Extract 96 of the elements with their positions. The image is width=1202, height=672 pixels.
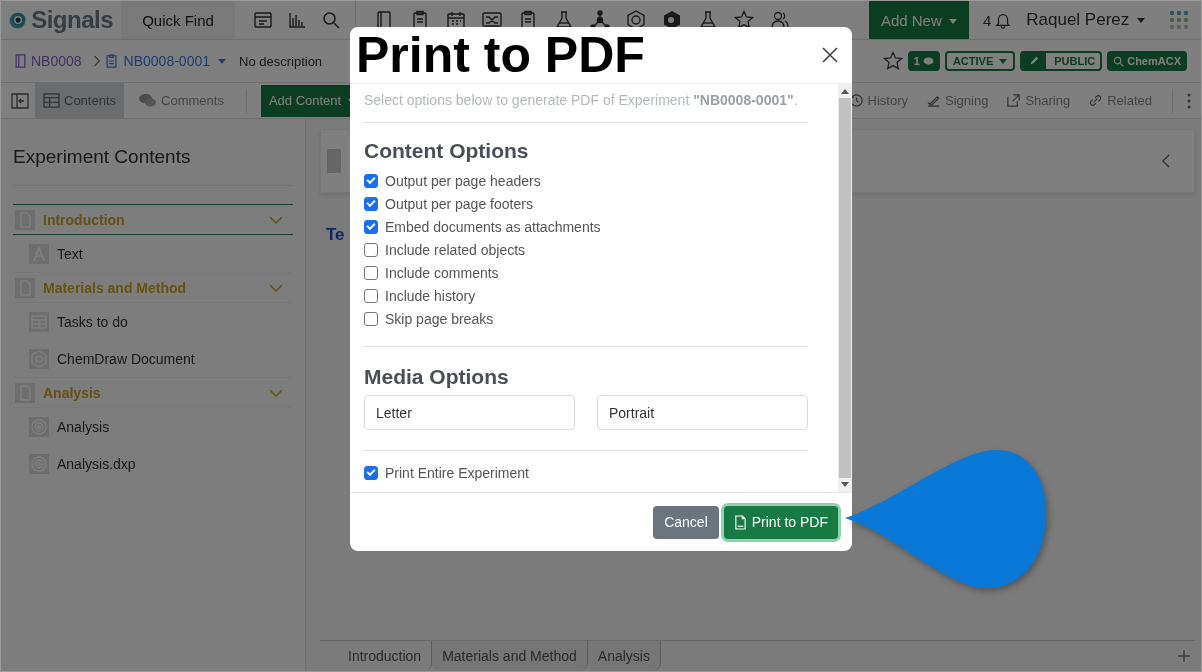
status-badge[interactable]: ACTIVE — [944, 51, 1016, 71]
visibility-text: PUBLIC — [1053, 55, 1097, 67]
content-item[interactable]: ChemDraw Document — [13, 340, 293, 377]
panel-toggle-icon[interactable] — [11, 92, 29, 109]
section-heading: Media Options — [364, 365, 510, 389]
checkbox-label: Output per page footers — [385, 195, 533, 212]
panel-title: Experiment Contents — [13, 146, 192, 168]
users-icon[interactable] — [770, 10, 790, 30]
chat-icon — [922, 56, 934, 66]
pencil-icon — [1022, 53, 1047, 69]
chart-icon[interactable] — [287, 10, 307, 30]
section-heading: Te — [326, 225, 345, 245]
checkbox[interactable] — [364, 288, 378, 303]
comments-badge[interactable]: 1 — [907, 51, 940, 71]
section-header[interactable]: Materials and Method — [13, 272, 293, 303]
checkbox[interactable] — [364, 465, 378, 480]
pen-icon — [926, 93, 941, 108]
add-new-button[interactable]: Add New — [868, 1, 969, 39]
checkbox[interactable] — [364, 265, 378, 280]
checkbox-label: Include history — [385, 287, 476, 304]
toolbar-action[interactable]: Sharing — [1000, 93, 1077, 108]
checkbox[interactable] — [364, 311, 378, 326]
flask-icon[interactable] — [698, 10, 718, 30]
content-item[interactable]: Text — [13, 235, 293, 272]
scroll-up-icon[interactable] — [841, 88, 849, 94]
scrollbar-track[interactable] — [838, 84, 852, 492]
toolbar-action[interactable]: Signing — [920, 93, 995, 108]
checkbox[interactable] — [364, 242, 378, 257]
section-title: Analysis — [43, 384, 102, 401]
shuffle-icon[interactable] — [482, 10, 502, 30]
notebook-icon — [15, 54, 26, 68]
caret-icon — [948, 19, 957, 25]
calendar-icon[interactable] — [446, 10, 466, 30]
content-item[interactable]: Analysis.dxp — [13, 445, 293, 482]
clipboard-icon[interactable] — [518, 10, 538, 30]
section-tab[interactable]: Analysis — [587, 641, 661, 671]
star-icon[interactable] — [734, 10, 754, 30]
toolbar-action[interactable]: History — [842, 93, 914, 108]
toolbar-tab[interactable]: Comments — [130, 83, 232, 118]
chevron-left-icon[interactable] — [1162, 154, 1170, 168]
toolbar-action[interactable]: Related — [1082, 93, 1158, 108]
flask-icon[interactable] — [554, 10, 574, 30]
caret-icon — [1137, 18, 1145, 23]
table-icon — [43, 93, 60, 108]
chat-icon — [138, 93, 158, 108]
caret-icon — [999, 58, 1008, 64]
pdf-file-icon — [733, 514, 747, 530]
more-icon[interactable] — [1187, 92, 1191, 109]
dashboard-icon[interactable] — [253, 10, 273, 30]
select-field[interactable]: Portrait — [597, 395, 808, 430]
content-item[interactable]: Tasks to do — [13, 303, 293, 340]
notebook-link[interactable]: NB0008 — [31, 53, 82, 69]
section-header[interactable]: Introduction — [13, 204, 293, 235]
experiment-link[interactable]: NB0008-0001 — [123, 53, 210, 69]
clipboard-icon[interactable] — [410, 10, 430, 30]
checkbox[interactable] — [364, 173, 378, 188]
checkbox-label: Include related objects — [385, 241, 526, 258]
checkbox-label: Print Entire Experiment — [385, 464, 529, 481]
toolbar-tab[interactable]: Contents — [35, 83, 125, 118]
visibility-badge[interactable]: PUBLIC — [1020, 51, 1103, 71]
scroll-down-icon[interactable] — [841, 482, 849, 488]
chevron-right-icon — [92, 55, 101, 67]
notebook-icon[interactable] — [374, 10, 394, 30]
dialog-title: Print to PDF — [356, 30, 646, 80]
checkbox[interactable] — [364, 219, 378, 234]
checkbox-label: Embed documents as attachments — [385, 218, 601, 235]
checkbox-label: Skip page breaks — [385, 310, 494, 327]
user-menu[interactable]: Raquel Perez — [1026, 10, 1157, 30]
content-item[interactable]: Analysis — [13, 408, 293, 445]
section-title: Materials and Method — [43, 279, 188, 296]
section-heading: Content Options — [364, 139, 530, 163]
description-text: No description — [239, 53, 323, 69]
dialog-intro: Select options below to generate PDF of Experiment "NB0008-0001". — [364, 92, 799, 108]
scrollbar-thumb[interactable] — [839, 98, 851, 478]
section-header[interactable]: Analysis — [13, 377, 293, 408]
share-icon — [1006, 93, 1022, 108]
link-icon — [1088, 93, 1104, 108]
search-icon[interactable] — [321, 10, 341, 30]
select-field[interactable]: Letter — [364, 395, 575, 430]
checkbox[interactable] — [364, 196, 378, 211]
star-icon[interactable] — [882, 51, 903, 71]
checkbox-label: Output per page headers — [385, 172, 541, 189]
clipboard-icon — [105, 54, 117, 68]
cancel-button[interactable]: Cancel — [653, 505, 719, 539]
bell-icon[interactable] — [994, 11, 1013, 29]
print-to-pdf-button[interactable]: Print to PDF — [723, 505, 838, 539]
caret-icon[interactable] — [218, 58, 226, 64]
section-title: Introduction — [43, 211, 126, 228]
section-tab[interactable]: Materials and Method — [432, 641, 588, 671]
search-icon — [1113, 55, 1125, 67]
notification-count: 4 — [982, 11, 992, 29]
checkbox-label: Include comments — [385, 264, 499, 281]
app-logo-text: Signals — [31, 6, 113, 34]
quick-find-button[interactable]: Quick Find — [121, 1, 235, 39]
close-icon[interactable] — [822, 47, 838, 63]
chemacx-badge[interactable]: ChemACX — [1107, 51, 1187, 71]
